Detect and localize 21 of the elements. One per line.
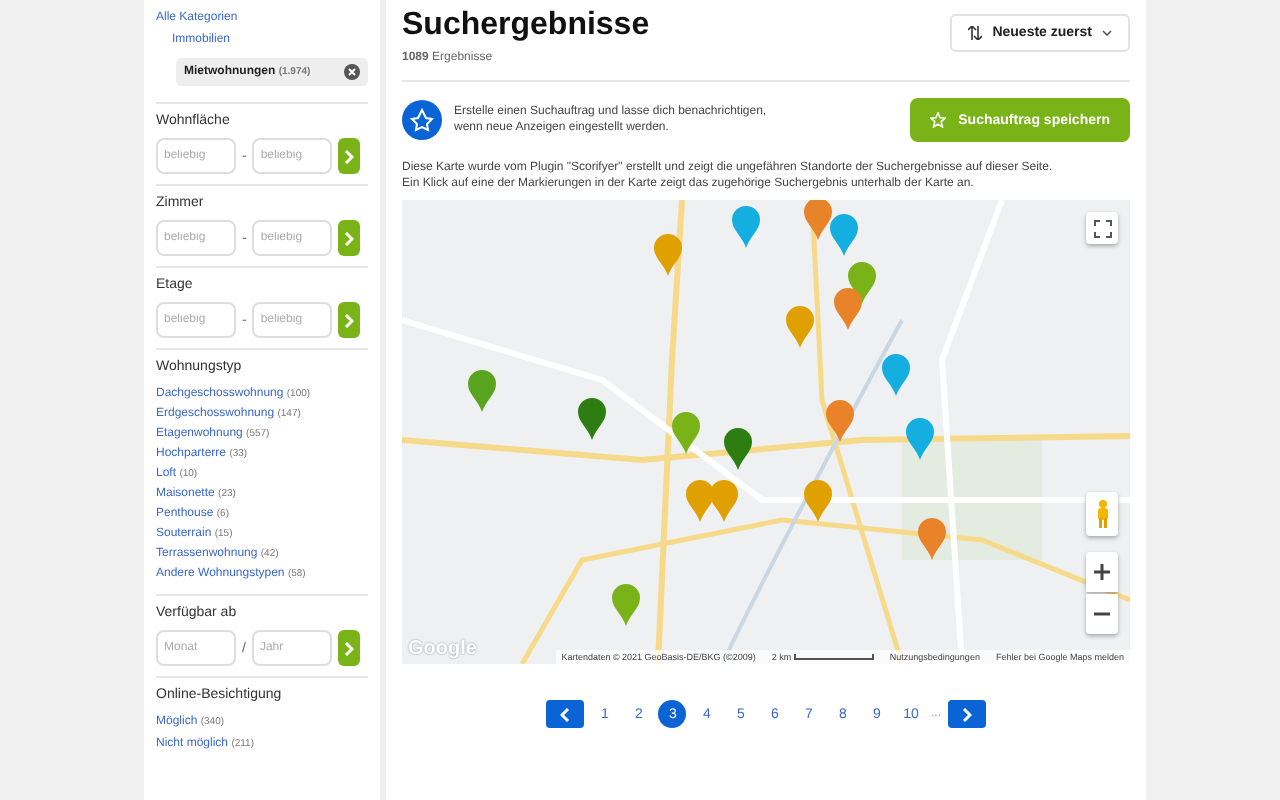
sort-icon (968, 26, 983, 40)
caret-icon (1102, 30, 1112, 36)
fullscreen-icon (1093, 219, 1111, 237)
previous-page-button[interactable] (546, 700, 585, 728)
person-icon (1095, 500, 1109, 528)
page-title: Suchergebnisse (402, 8, 650, 44)
search-alert-icon (402, 100, 442, 140)
chevron-right-icon (344, 313, 355, 327)
star-icon (930, 112, 947, 128)
fullscreen-button[interactable] (1086, 212, 1118, 244)
chevron-right-icon (344, 231, 355, 245)
chevron-right-icon (343, 641, 354, 655)
plus-icon (1094, 564, 1110, 580)
minus-icon (1094, 612, 1110, 616)
chevron-left-icon (560, 707, 571, 721)
zoom-in-button[interactable] (1086, 552, 1118, 592)
chevron-right-icon (344, 149, 355, 163)
zoom-out-button[interactable] (1086, 594, 1118, 634)
close-icon[interactable] (344, 64, 360, 80)
next-page-button[interactable] (947, 700, 985, 728)
chevron-right-icon (961, 707, 971, 721)
